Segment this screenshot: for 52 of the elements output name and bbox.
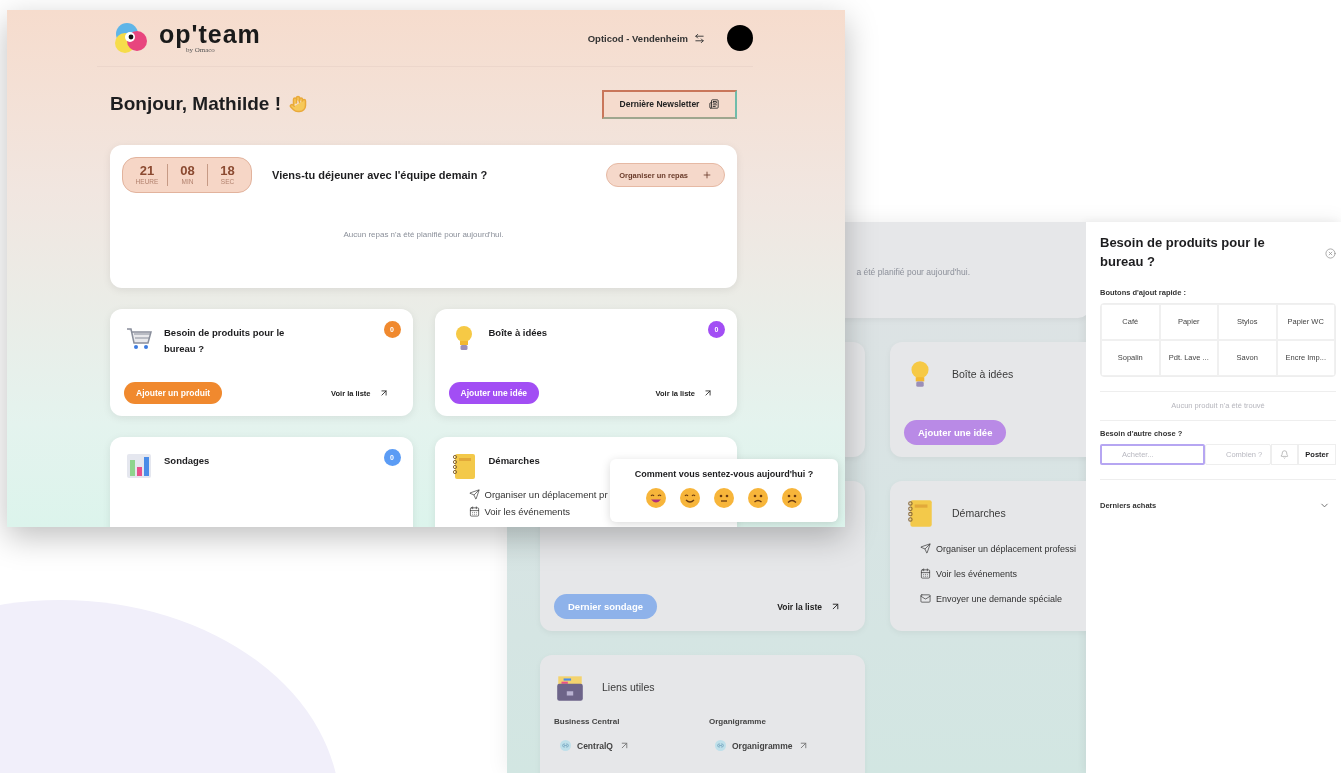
bar-chart-icon [124,451,154,481]
mood-question: Comment vous sentez-vous aujourd'hui ? [634,469,814,479]
empty-message: Aucun repas n'a été planifié pour aujourd'hui. [343,230,504,239]
link-icon [715,740,726,751]
countdown-value: 08 [180,164,195,178]
arrow-icon [378,388,389,398]
procedure-link[interactable]: Envoyer une demande spéciale [920,593,1076,604]
bell-icon[interactable] [1271,443,1298,465]
newsletter-button[interactable]: Dernière Newsletter [602,89,737,119]
grinning-face-icon [645,487,667,509]
useful-link[interactable]: Organigramme [709,740,864,751]
avatar[interactable] [727,25,753,51]
hand-icon [289,95,307,113]
procedure-link[interactable]: Organiser un déplacement professi [920,543,1076,554]
logo-icon [113,21,149,55]
card-title: Boîte à idées [952,368,1014,380]
card-title: Boîte à idées [488,326,548,340]
link-icon [560,740,571,751]
view-list-link[interactable]: Voir la liste [777,601,841,612]
calendar-icon [468,506,480,517]
arrow-icon [703,388,713,398]
card-title: Liens utiles [602,681,655,693]
plus-icon [702,170,712,180]
site-switcher[interactable]: Opticod - Vendenheim [587,32,705,44]
send-icon [468,489,480,500]
link-group-heading: Business Central [554,717,621,726]
lunch-question: Viens-tu déjeuner avec l'équipe demain ? [272,169,489,181]
procedure-link[interactable]: Voir les événements [920,568,1076,579]
swap-icon [694,32,705,44]
countdown-value: 18 [220,164,235,178]
card-title: Sondages [164,454,210,468]
empty-message: a été planifié pour aujourd'hui. [856,267,970,277]
send-icon [920,543,931,554]
mail-icon [920,593,931,604]
add-button[interactable]: Ajouter une idée [448,382,540,404]
useful-link[interactable]: CentralQ [554,740,709,751]
neutral-face-icon [713,487,735,509]
close-icon[interactable] [1325,248,1336,259]
newspaper-icon [709,99,720,109]
greeting: Bonjour, Mathilde ! [110,93,281,115]
link-group-heading: Organigramme [709,717,767,726]
card-title: Démarches [952,507,1006,519]
card-title: Démarches [488,454,540,468]
card-title: Besoin de produits pour le bureau ? [164,326,286,357]
logo-text: op'team [159,22,261,47]
worried-face-icon [747,487,769,509]
countdown-value: 21 [139,164,155,178]
frowning-face-icon [781,487,803,509]
smiling-face-icon [679,487,701,509]
calendar-icon [920,568,931,579]
drawer-title: Besoin de produits pour le bureau ? [1100,234,1266,271]
arrow-icon [830,601,841,612]
